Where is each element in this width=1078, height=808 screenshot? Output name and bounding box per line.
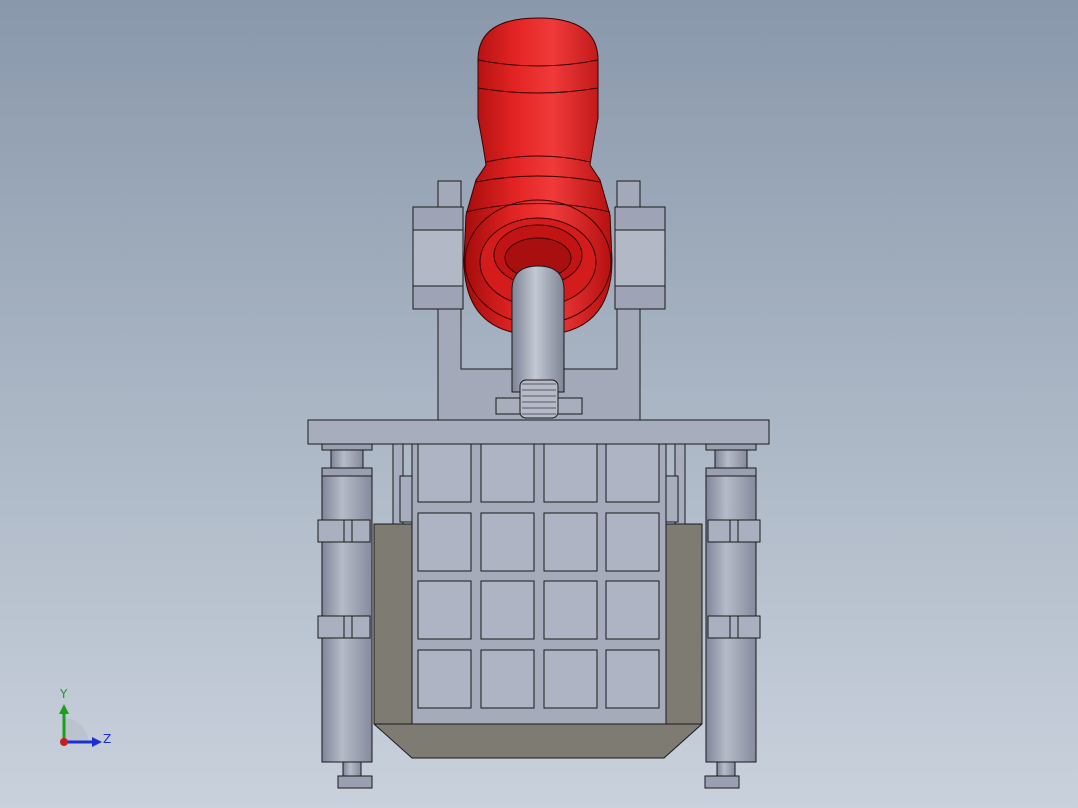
- x-axis-dot: [60, 738, 68, 746]
- z-axis-arrowhead: [92, 737, 102, 747]
- platen-cell: [417, 512, 472, 572]
- z-axis-label: Z: [103, 732, 112, 746]
- platen-cell: [605, 443, 660, 503]
- platen-cell: [480, 649, 535, 709]
- top-plate: [307, 419, 770, 445]
- platen-cell: [480, 512, 535, 572]
- platen-cell: [417, 443, 472, 503]
- assembly-model[interactable]: [0, 0, 1078, 808]
- coordinate-triad: Y Z: [48, 684, 128, 754]
- guide-post-left: [317, 443, 373, 789]
- platen-cell: [605, 512, 660, 572]
- platen-cell: [543, 443, 598, 503]
- graphics-viewport[interactable]: Y Z: [0, 0, 1078, 808]
- platen-cell: [417, 580, 472, 640]
- platen-cell: [605, 649, 660, 709]
- platen-cell: [480, 580, 535, 640]
- y-axis-label: Y: [60, 687, 68, 701]
- platen-cell: [605, 580, 660, 640]
- platen-cell: [417, 649, 472, 709]
- platen-cell: [543, 512, 598, 572]
- press-platen: [411, 443, 667, 725]
- y-axis-arrowhead: [59, 704, 69, 714]
- guide-post-right: [704, 443, 761, 789]
- platen-cell: [480, 443, 535, 503]
- platen-cell: [543, 649, 598, 709]
- platen-cell: [543, 580, 598, 640]
